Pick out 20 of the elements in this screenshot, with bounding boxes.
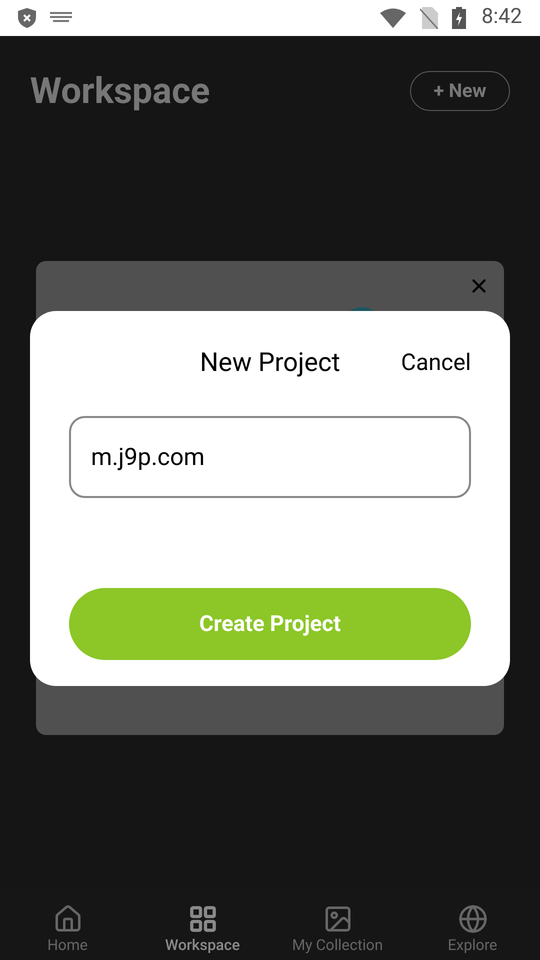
shield-icon: [18, 8, 36, 28]
grid-icon: [188, 904, 218, 934]
new-button[interactable]: + New: [410, 71, 510, 111]
nav-tab[interactable]: Workspace: [135, 888, 270, 960]
project-name-field[interactable]: m.j9p.com: [69, 416, 471, 498]
nav-tab[interactable]: Home: [0, 888, 135, 960]
no-sim-icon: [420, 7, 438, 29]
image-icon: [322, 904, 352, 934]
create-project-button[interactable]: Create Project: [69, 588, 471, 660]
globe-icon: [458, 904, 488, 934]
nav-tab[interactable]: My Collection: [270, 888, 405, 960]
nav-tab[interactable]: Explore: [405, 888, 540, 960]
home-icon: [52, 904, 82, 934]
cancel-button[interactable]: Cancel: [400, 346, 471, 381]
page-title: Workspace: [30, 69, 210, 114]
wifi-icon: [380, 8, 406, 28]
dialog-title: New Project: [200, 347, 340, 380]
clock-time: 8:42: [482, 4, 522, 32]
battery-icon: [452, 7, 466, 29]
keyboard-icon: [50, 12, 72, 24]
